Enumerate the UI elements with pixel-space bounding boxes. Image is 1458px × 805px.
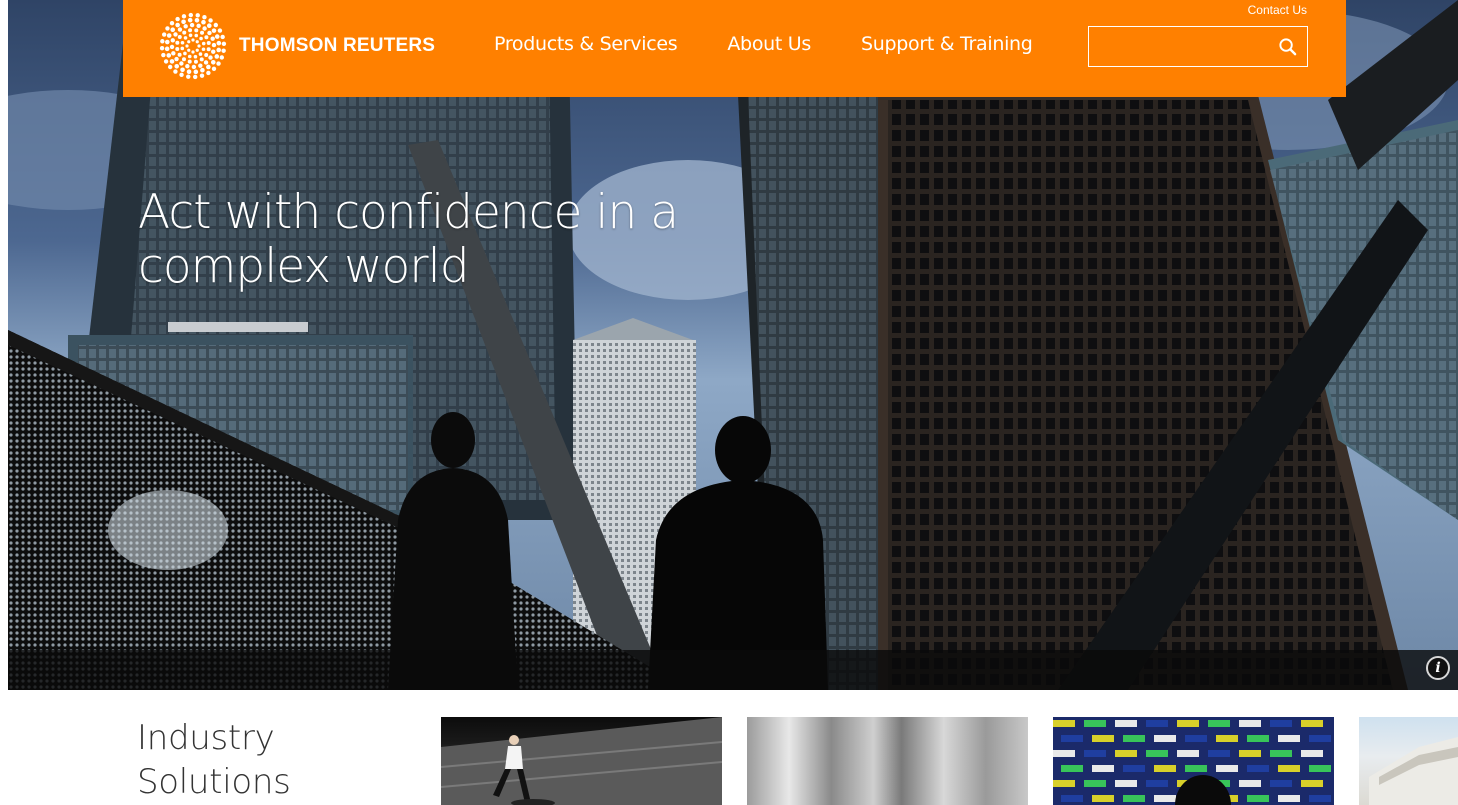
info-icon[interactable]: i [1426,656,1450,680]
logo-text: THOMSON REUTERS [239,35,436,56]
industry-tile-1[interactable] [441,717,722,805]
tile-3-image [1053,720,1331,805]
search-input[interactable] [1089,27,1269,66]
main-nav: Products & Services About Us Support & T… [494,33,1083,55]
tile-4-image [1369,737,1458,805]
hero-headline: Act with confidence in a complex world [138,186,758,294]
search-box [1088,26,1308,67]
hero-photo [8,0,1458,690]
nav-item-products-services[interactable]: Products & Services [494,33,678,55]
industry-solutions-line-2: Solutions [137,762,291,802]
industry-tile-2[interactable] [747,717,1028,805]
nav-item-about-us[interactable]: About Us [727,33,811,55]
nav-item-support-training[interactable]: Support & Training [861,33,1033,55]
thomson-reuters-logo-icon [159,12,227,80]
hero-headline-line-1: Act with confidence in a [138,185,679,240]
industry-tile-3[interactable] [1053,717,1334,805]
tile-1-image [441,717,722,805]
search-icon[interactable] [1278,37,1297,56]
contact-us-link[interactable]: Contact Us [1248,3,1307,17]
industry-solutions-line-1: Industry [137,718,275,758]
hero-headline-line-2: complex world [138,239,470,294]
logo-link[interactable]: THOMSON REUTERS [159,12,435,80]
site-header: THOMSON REUTERS Products & Services Abou… [123,0,1346,97]
industry-solutions-title: Industry Solutions [137,716,291,804]
industry-tile-4[interactable] [1359,717,1458,805]
hero-banner: Act with confidence in a complex world i [8,0,1458,690]
